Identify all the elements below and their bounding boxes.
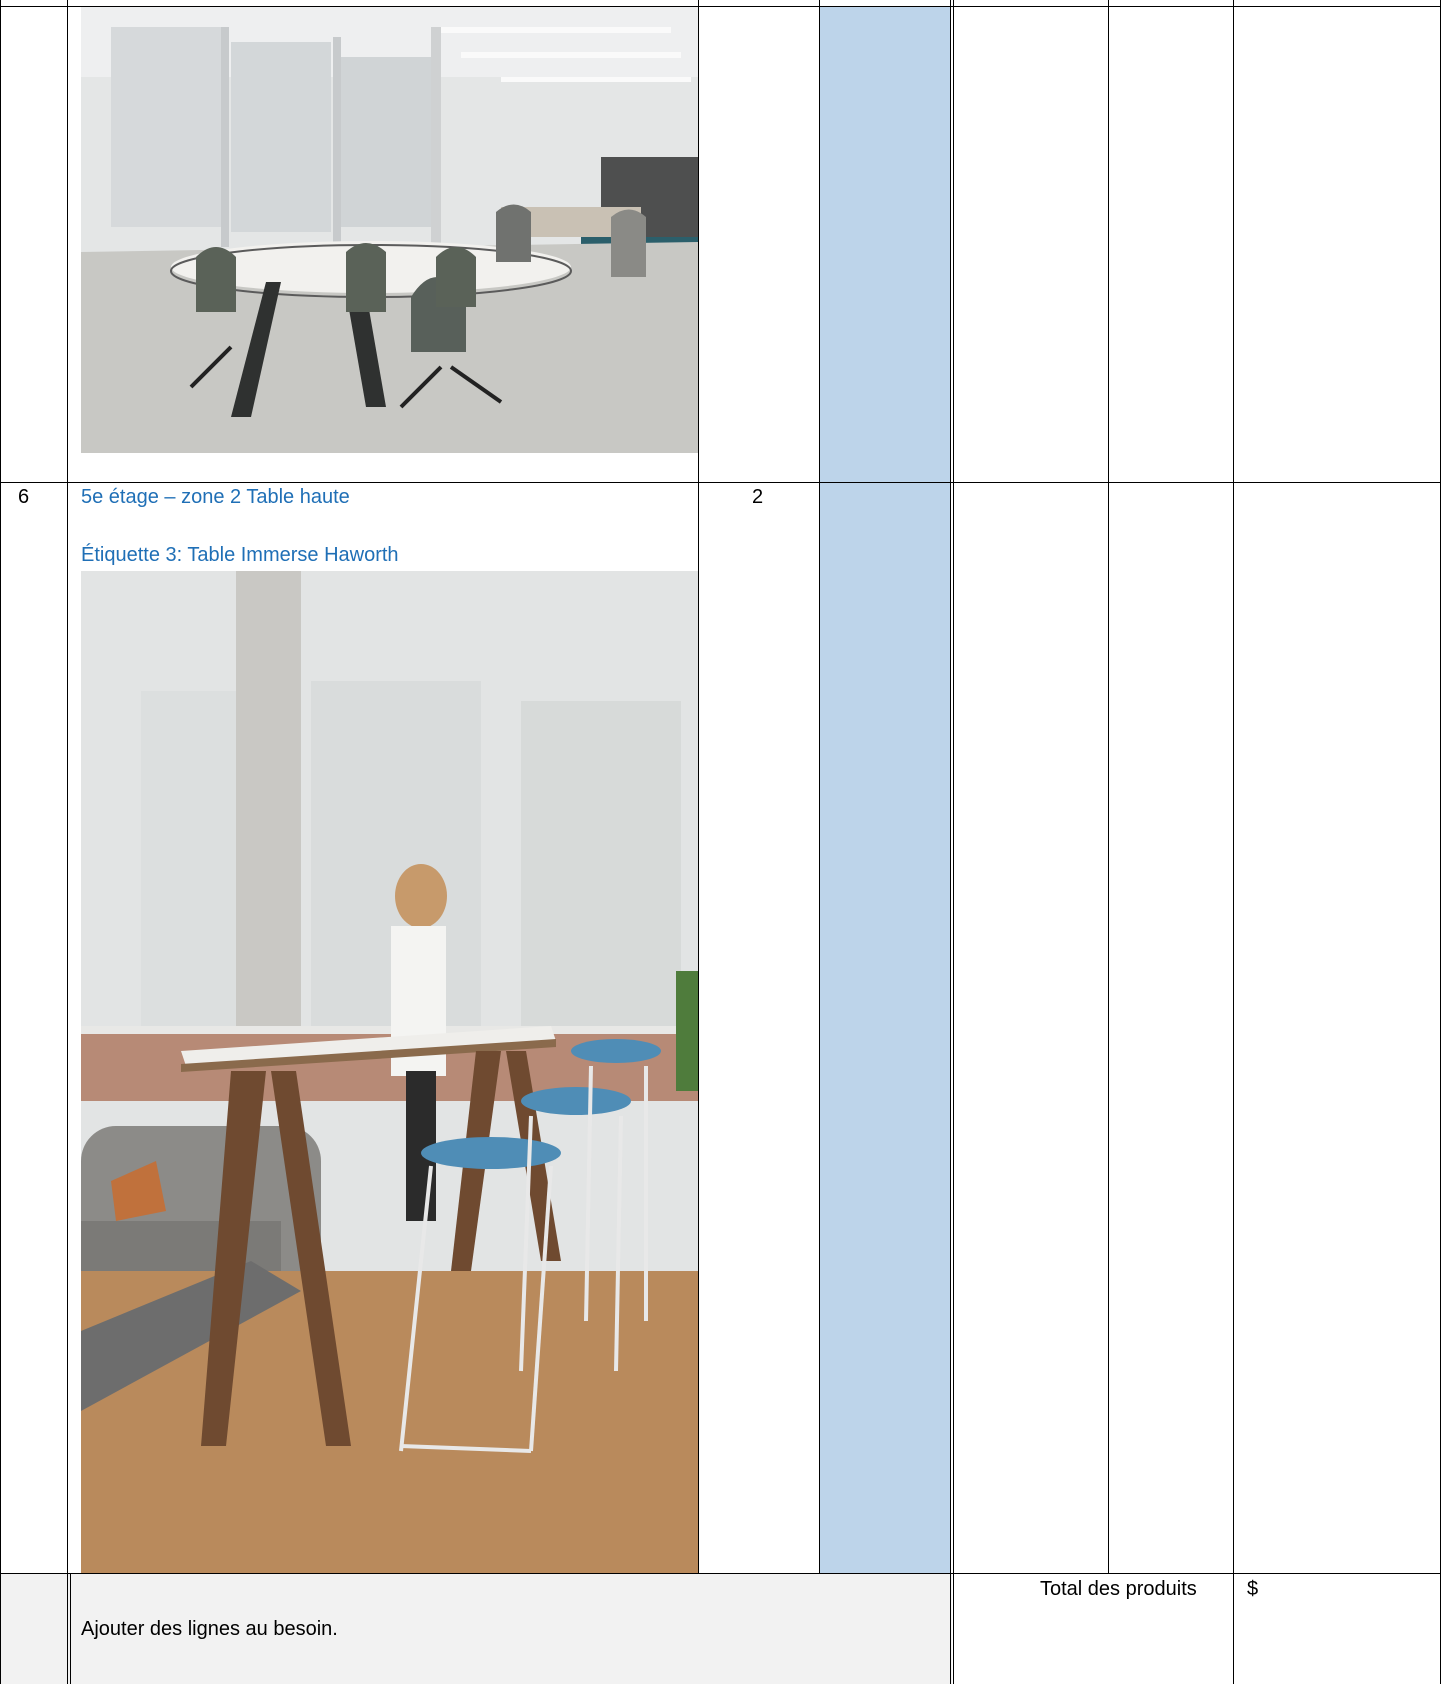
table-border-top xyxy=(0,6,1440,7)
item-location-text[interactable]: 5e étage – zone 2 Table haute xyxy=(81,486,350,509)
office-meeting-room-photo xyxy=(81,7,698,453)
col-divider-6 xyxy=(1233,0,1234,1684)
row-number: 6 xyxy=(18,486,30,508)
table-border-left xyxy=(0,0,1,1684)
price-column-fill-row1 xyxy=(820,7,950,482)
footer-note: Ajouter des lignes au besoin. xyxy=(81,1618,338,1640)
col-divider-number-double xyxy=(70,1573,71,1684)
col-divider-number xyxy=(67,0,68,1684)
col-divider-5 xyxy=(1108,0,1109,1573)
item-label-text[interactable]: Étiquette 3: Table Immerse Haworth xyxy=(81,544,399,567)
col-divider-quantity xyxy=(819,0,820,1573)
total-label: Total des produits xyxy=(1040,1578,1197,1600)
row-divider-2 xyxy=(0,1573,1440,1574)
price-column-fill-row2 xyxy=(820,483,950,1573)
col-divider-price-b xyxy=(953,0,954,1684)
row-divider-1 xyxy=(0,482,1440,483)
total-value: $ xyxy=(1247,1578,1259,1600)
high-table-photo xyxy=(81,571,698,1573)
col-divider-description xyxy=(698,0,699,1573)
table-border-right xyxy=(1440,0,1441,1684)
col-divider-price-a xyxy=(950,0,951,1684)
item-quantity: 2 xyxy=(752,486,764,508)
